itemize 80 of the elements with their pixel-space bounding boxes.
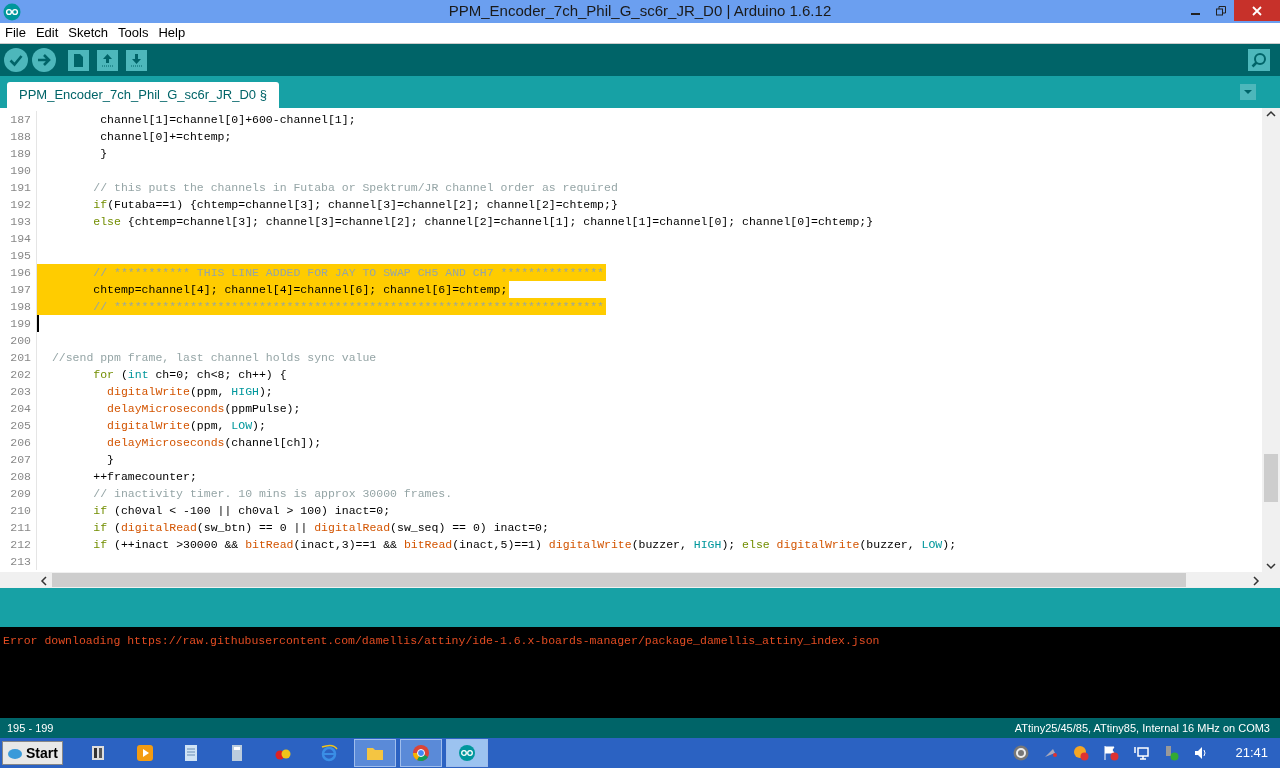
code-line: digitalWrite(ppm, HIGH); [106, 384, 274, 400]
start-button[interactable]: Start [2, 741, 63, 765]
line-number: 209 [0, 485, 37, 502]
restore-icon [1216, 5, 1226, 16]
code-line: if (digitalRead(sw_btn) == 0 || digitalRead(sw_seq) == 0) inact=0; [92, 520, 550, 536]
line-number: 213 [0, 553, 37, 570]
code-line: delayMicroseconds(channel[ch]); [106, 435, 323, 451]
menu-item[interactable]: Tools [113, 23, 154, 43]
code-line: ++framecounter; [92, 469, 198, 485]
line-number: 208 [0, 468, 37, 485]
line-number: 194 [0, 230, 37, 247]
line-number: 191 [0, 179, 37, 196]
usb-tray-icon[interactable] [1163, 745, 1180, 761]
minimize-icon [1190, 12, 1200, 15]
code-line: channel[0]+=chtemp; [99, 129, 233, 145]
line-number: 200 [0, 332, 37, 349]
window-title: PPM_Encoder_7ch_Phil_G_sc6r_JR_D0 | Arduino 1.6.12 [448, 1, 832, 22]
line-number: 192 [0, 196, 37, 213]
line-number: 212 [0, 536, 37, 553]
infinity-logo-icon [3, 2, 21, 21]
code-line: } [99, 146, 109, 162]
console-message: Error downloading https://raw.githubusercontent.com/damellis/attiny/ide-1.6.x-boards-manager/package_damellis_attiny_index.json [3, 633, 881, 649]
code-line: // inactivity timer. 10 mins is approx 30000 frames. [92, 486, 454, 502]
vertical-scrollbar[interactable] [1262, 108, 1280, 572]
code-line: if (++inact >30000 && bitRead(inact,3)==1 && bitRead(inact,5)==1) digitalWrite(buzzer, HIGH); else digitalWrite(buzzer, LOW); [92, 537, 958, 553]
play-icon [134, 743, 155, 763]
horizontal-scrollbar[interactable] [0, 572, 1280, 588]
code-line: delayMicroseconds(ppmPulse); [106, 401, 302, 417]
shell-logo-icon [7, 746, 23, 760]
menu-item[interactable]: File [0, 23, 31, 43]
code-line: channel[1]=channel[0]+600-channel[1]; [99, 112, 357, 128]
board-info-text: ATtiny25/45/85, ATtiny85, Internal 16 MHz on COM3 [1014, 720, 1270, 736]
search-icon[interactable] [1248, 49, 1270, 71]
flag-tray-icon[interactable] [1103, 745, 1120, 761]
close-icon [1252, 5, 1262, 16]
code-line: if(Futaba==1) {chtemp=channel[3]; channel[3]=channel[2]; channel[2]=chtemp;} [92, 197, 619, 213]
browser-icon [410, 743, 431, 763]
code-line: for (int ch=0; ch<8; ch++) { [92, 367, 288, 383]
menu-item[interactable]: Edit [30, 23, 64, 43]
infinity-logo-icon [456, 743, 477, 763]
line-number: 187 [0, 111, 37, 128]
file-tab[interactable]: PPM_Encoder_7ch_Phil_G_sc6r_JR_D0 § [7, 82, 279, 108]
line-number: 204 [0, 400, 37, 417]
down-caret-icon[interactable] [1266, 562, 1276, 570]
line-number: 210 [0, 502, 37, 519]
line-number: 201 [0, 349, 37, 366]
right-caret-icon[interactable] [1252, 576, 1260, 586]
menu-item[interactable]: Help [153, 23, 191, 43]
clock-text[interactable]: 21:41 [1235, 743, 1268, 763]
line-number: 199 [0, 315, 37, 332]
line-number: 193 [0, 213, 37, 230]
line-range-text: 195 - 199 [7, 720, 54, 736]
code-line: digitalWrite(ppm, LOW); [106, 418, 267, 434]
line-number: 211 [0, 519, 37, 536]
up-caret-icon[interactable] [1266, 110, 1276, 118]
line-number: 207 [0, 451, 37, 468]
code-line: // this puts the channels in Futaba or Spektrum/JR channel order as required [92, 180, 619, 196]
new-file-icon[interactable] [68, 49, 89, 71]
line-number: 189 [0, 145, 37, 162]
dropdown-caret-icon[interactable] [1240, 84, 1256, 100]
circle-tray-icon[interactable] [1013, 745, 1030, 761]
line-number: 195 [0, 247, 37, 264]
line-number: 205 [0, 417, 37, 434]
code-line: if (ch0val < -100 || ch0val > 100) inact=0; [92, 503, 392, 519]
line-number: 190 [0, 162, 37, 179]
scrollbar-thumb[interactable] [1264, 454, 1278, 502]
network-tray-icon[interactable] [1133, 745, 1150, 761]
scrollbar-thumb[interactable] [52, 573, 1186, 587]
close-button[interactable] [1234, 0, 1280, 21]
verify-check-icon[interactable] [4, 48, 28, 72]
code-line: else {chtemp=channel[3]; channel[3]=channel[2]; channel[2]=channel[1]; channel[1]=channel[0]; channel[0]=chtemp;} [92, 214, 875, 230]
code-line: //send ppm frame, last channel holds sync value [50, 350, 378, 366]
menu-item[interactable]: Sketch [63, 23, 114, 43]
code-line: } [106, 452, 115, 468]
left-caret-icon[interactable] [40, 576, 48, 586]
update-tray-icon[interactable] [1073, 745, 1090, 761]
line-number: 206 [0, 434, 37, 451]
line-number: 188 [0, 128, 37, 145]
line-number: 202 [0, 366, 37, 383]
line-number: 203 [0, 383, 37, 400]
